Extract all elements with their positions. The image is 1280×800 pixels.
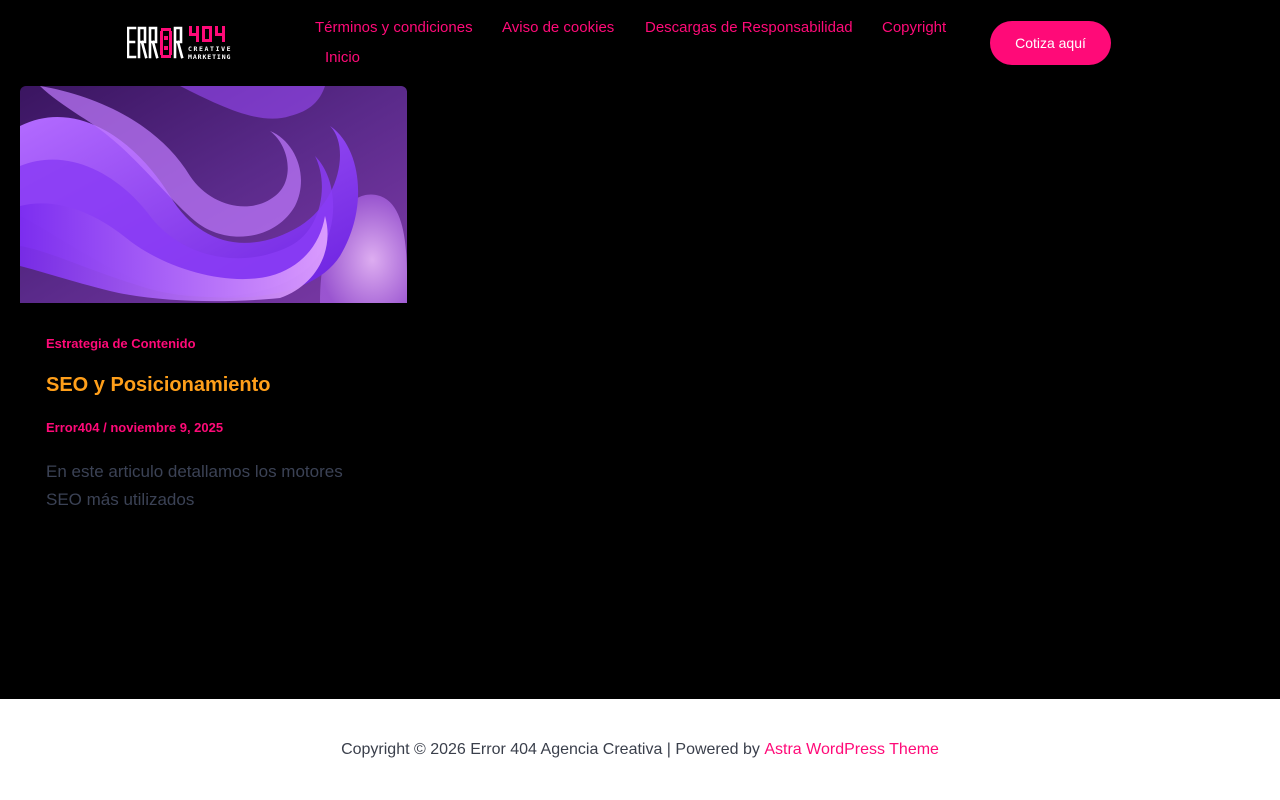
post-category-link[interactable]: Estrategia de Contenido xyxy=(46,336,407,352)
post-title-link[interactable]: SEO y Posicionamiento xyxy=(46,373,407,397)
post-excerpt: En este articulo detallamos los motores … xyxy=(46,462,343,509)
post-card: Estrategia de Contenido SEO y Posicionam… xyxy=(20,86,407,531)
cotiza-button[interactable]: Cotiza aquí xyxy=(990,21,1111,65)
logo-subtitle-marketing: MARKETING xyxy=(188,53,232,61)
site-header: CREATIVE MARKETING Términos y condicione… xyxy=(0,0,1280,86)
nav-item-aviso-cookies[interactable]: Aviso de cookies xyxy=(502,13,614,43)
site-logo[interactable]: CREATIVE MARKETING xyxy=(127,24,235,62)
footer-theme-link[interactable]: Astra WordPress Theme xyxy=(764,741,939,759)
footer-copyright: Copyright © 2026 Error 404 Agencia Creat… xyxy=(341,740,760,758)
logo-subtitle-creative: CREATIVE xyxy=(188,45,233,53)
nav-item-copyright[interactable]: Copyright xyxy=(882,13,946,43)
abstract-wave-image-icon xyxy=(20,86,407,303)
post-author-link[interactable]: Error404 xyxy=(46,420,99,435)
post-body: Estrategia de Contenido SEO y Posicionam… xyxy=(20,336,407,514)
post-meta: Error404 / noviembre 9, 2025 xyxy=(46,420,407,436)
nav-item-terminos[interactable]: Términos y condiciones xyxy=(315,13,473,43)
nav-item-descargas[interactable]: Descargas de Responsabilidad xyxy=(645,13,853,43)
page: CREATIVE MARKETING Términos y condicione… xyxy=(0,0,1280,800)
post-thumbnail[interactable] xyxy=(20,86,407,303)
site-footer: Copyright © 2026 Error 404 Agencia Creat… xyxy=(0,699,1280,800)
post-date: noviembre 9, 2025 xyxy=(110,420,224,435)
nav-item-inicio[interactable]: Inicio xyxy=(325,43,360,73)
